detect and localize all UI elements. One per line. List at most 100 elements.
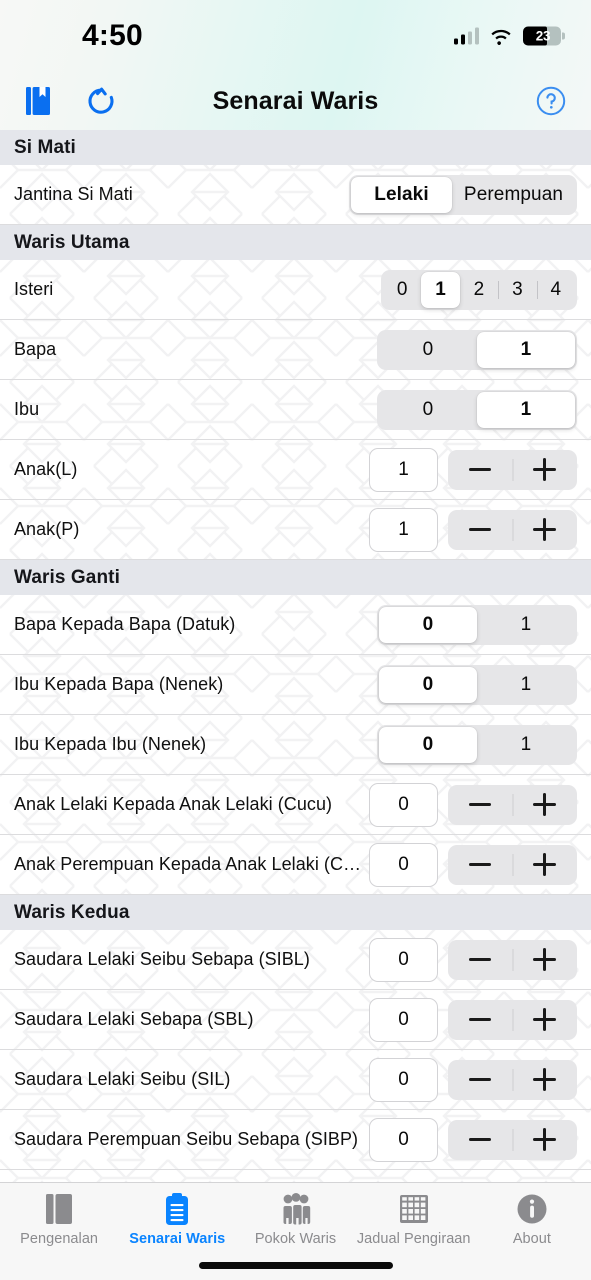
book-bookmark-icon[interactable] <box>24 85 52 117</box>
refresh-icon[interactable] <box>86 85 116 117</box>
segment-option-1[interactable]: 1 <box>477 331 575 368</box>
stepper-decrement-button[interactable] <box>448 510 513 550</box>
stepper-increment-button[interactable] <box>513 845 578 885</box>
nav-left-actions <box>24 85 116 117</box>
row-control: 0 <box>369 1057 578 1102</box>
stepper-decrement-button[interactable] <box>448 940 513 980</box>
row-saudara-lelaki-seibu-sil: Saudara Lelaki Seibu (SIL) 0 <box>0 1050 591 1110</box>
stepper-decrement-button[interactable] <box>448 845 513 885</box>
minus-icon <box>469 1018 492 1021</box>
stepper-value[interactable]: 0 <box>369 1057 438 1102</box>
segment-option-1[interactable]: 1 <box>477 607 575 643</box>
segment-option-lelaki[interactable]: Lelaki <box>351 176 452 213</box>
stepper-value[interactable]: 1 <box>369 447 438 492</box>
segmented-control: 01234 <box>381 269 577 310</box>
segment-option-2[interactable]: 2 <box>460 272 498 308</box>
stepper-decrement-button[interactable] <box>448 1060 513 1100</box>
row-control: 0 <box>369 782 578 827</box>
row-label: Isteri <box>14 279 54 299</box>
segment-option-0[interactable]: 0 <box>379 332 477 368</box>
stepper-increment-button[interactable] <box>513 1060 578 1100</box>
tab-pengenalan[interactable]: Pengenalan <box>0 1191 118 1247</box>
form-rows: Si Mati Jantina Si Mati Lelaki Perempuan War… <box>0 130 591 1170</box>
segmented-control: 01 <box>377 604 577 645</box>
stepper-group: 0 <box>369 997 578 1042</box>
segment-option-1[interactable]: 1 <box>477 667 575 703</box>
app-screen: 4:50 23 Senarai Waris Si Mati Jantina Si… <box>0 0 591 1280</box>
stepper-increment-button[interactable] <box>513 1120 578 1160</box>
stepper-decrement-button[interactable] <box>448 450 513 490</box>
stepper-value[interactable]: 0 <box>369 782 438 827</box>
plus-icon <box>533 793 557 816</box>
status-bar: 4:50 23 <box>0 0 591 72</box>
status-indicators: 23 <box>453 26 565 46</box>
minus-icon <box>469 958 492 961</box>
tab-label: Senarai Waris <box>129 1231 226 1247</box>
stepper-group: 0 <box>369 1117 578 1162</box>
people-group-icon <box>278 1191 314 1227</box>
stepper-increment-button[interactable] <box>513 450 578 490</box>
segment-option-perempuan[interactable]: Perempuan <box>452 177 575 213</box>
row-anak-l: Anak(L) 1 <box>0 440 591 500</box>
stepper-decrement-button[interactable] <box>448 1120 513 1160</box>
stepper-increment-button[interactable] <box>513 940 578 980</box>
row-label: Ibu <box>14 399 40 419</box>
row-control: 1 <box>369 507 578 552</box>
stepper-group: 0 <box>369 937 578 982</box>
segment-option-0[interactable]: 0 <box>383 272 421 308</box>
battery-level: 23 <box>535 28 551 44</box>
minus-icon <box>469 803 492 806</box>
stepper-control <box>448 784 578 825</box>
minus-icon <box>469 1078 492 1081</box>
row-control: 1 <box>369 447 578 492</box>
stepper-value[interactable]: 0 <box>369 997 438 1042</box>
clipboard-list-icon <box>162 1191 192 1227</box>
question-circle-icon[interactable] <box>535 85 567 117</box>
tab-pokok-waris[interactable]: Pokok Waris <box>236 1191 354 1247</box>
segment-option-0[interactable]: 0 <box>379 666 477 703</box>
row-label: Jantina Si Mati <box>14 184 133 204</box>
row-label: Anak(L) <box>14 459 78 479</box>
tab-jadual-pengiraan[interactable]: Jadual Pengiraan <box>355 1191 473 1247</box>
stepper-value[interactable]: 1 <box>369 507 438 552</box>
stepper-value[interactable]: 0 <box>369 842 438 887</box>
cellular-bars-icon <box>453 27 479 45</box>
stepper-decrement-button[interactable] <box>448 1000 513 1040</box>
nav-bar: Senarai Waris <box>0 72 591 130</box>
stepper-increment-button[interactable] <box>513 785 578 825</box>
row-saudara-perempuan-seibu-sebapa-sibp: Saudara Perempuan Seibu Sebapa (SIBP) 0 <box>0 1110 591 1170</box>
segment-option-1[interactable]: 1 <box>477 391 575 428</box>
row-anak-p: Anak(P) 1 <box>0 500 591 560</box>
stepper-control <box>448 844 578 885</box>
section-header-waris-kedua: Waris Kedua <box>0 895 591 930</box>
row-control: 01 <box>377 329 577 370</box>
plus-icon <box>533 853 557 876</box>
row-label: Anak(P) <box>14 519 80 539</box>
content-scroll-area[interactable]: Si Mati Jantina Si Mati Lelaki Perempuan War… <box>0 130 591 1182</box>
row-label: Bapa Kepada Bapa (Datuk) <box>14 614 236 634</box>
row-label: Saudara Lelaki Seibu (SIL) <box>14 1069 231 1089</box>
tab-label: Pokok Waris <box>254 1231 337 1247</box>
segment-option-1[interactable]: 1 <box>421 271 460 308</box>
segment-option-0[interactable]: 0 <box>379 606 477 643</box>
stepper-value[interactable]: 0 <box>369 1117 438 1162</box>
row-control: 01 <box>377 664 577 705</box>
wifi-icon <box>489 27 513 45</box>
row-label: Anak Lelaki Kepada Anak Lelaki (Cucu) <box>14 794 333 814</box>
tab-senarai-waris[interactable]: Senarai Waris <box>118 1191 236 1247</box>
stepper-decrement-button[interactable] <box>448 785 513 825</box>
segment-option-1[interactable]: 1 <box>477 727 575 763</box>
segment-option-4[interactable]: 4 <box>536 272 575 308</box>
segment-option-0[interactable]: 0 <box>379 392 477 428</box>
row-ibu-kepada-bapa-nenek: Ibu Kepada Bapa (Nenek) 0 1 <box>0 655 591 715</box>
segment-option-0[interactable]: 0 <box>379 726 477 763</box>
segment-option-3[interactable]: 3 <box>498 272 536 308</box>
row-ibu-kepada-ibu-nenek: Ibu Kepada Ibu (Nenek) 0 1 <box>0 715 591 775</box>
row-label: Saudara Perempuan Seibu Sebapa (SIBP) <box>14 1129 359 1149</box>
stepper-increment-button[interactable] <box>513 510 578 550</box>
plus-icon <box>533 948 557 971</box>
stepper-value[interactable]: 0 <box>369 937 438 982</box>
row-label: Ibu Kepada Bapa (Nenek) <box>14 674 224 694</box>
tab-about[interactable]: About <box>473 1191 591 1247</box>
stepper-increment-button[interactable] <box>513 1000 578 1040</box>
